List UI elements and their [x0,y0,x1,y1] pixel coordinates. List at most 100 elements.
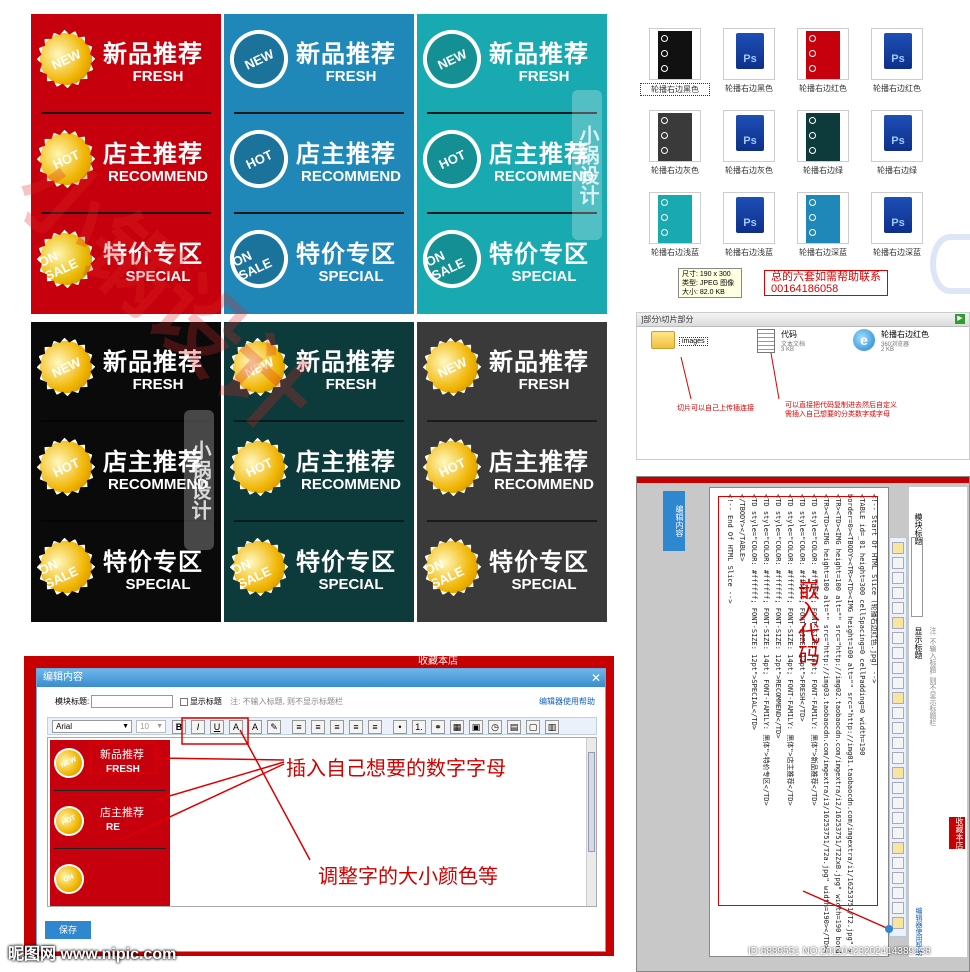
file-item[interactable]: 轮播右边红色 [788,28,858,108]
file-item[interactable]: 轮播右边灰色 [640,110,710,190]
thumbnail-badge [661,65,668,72]
banner-title-cn: 特价专区 [296,548,396,576]
preview-title-cn[interactable]: 新品推荐 [100,746,144,762]
toolbar-button[interactable]: B [172,720,186,734]
toolbar-button[interactable]: 1. [412,720,426,734]
banner-title-en: SPECIAL [125,576,191,593]
editor-scrollbar[interactable] [586,738,596,906]
banner-title-cn: 新品推荐 [489,348,589,376]
block-title-input[interactable] [91,695,174,709]
toolbar-button[interactable]: ▢ [526,720,540,734]
banner-title-en: SPECIAL [511,268,577,285]
image-thumbnail [649,28,701,80]
image-thumbnail [797,192,849,244]
banner-row[interactable]: HOT 店主推荐 RECOMMEND [417,422,607,512]
new-badge-icon: NEW [417,20,491,98]
file-item[interactable]: Ps 轮播右边灰色 [714,110,784,190]
file-explorer-window: ]部分\切片部分 ▶ images 代码 文本文档 3 KB e 轮播右边红色 … [636,312,970,460]
banner-row[interactable]: HOT 店主推荐 RECOMMEND [224,114,414,204]
psd-file-icon: Ps [871,28,923,80]
psd-file-icon: Ps [723,110,775,162]
banner-title-en: FRESH [132,68,184,85]
shop-favorite-link[interactable]: 收藏本店 [418,656,458,668]
image-thumbnail [797,110,849,162]
toolbar-button[interactable]: ≡ [349,720,363,734]
hot-badge-icon: HOT [417,428,491,505]
photoshop-icon: Ps [736,197,764,233]
block-title-row: 模块标题: 显示标题 注: 不输入标题, 则不显示标题栏 编辑器使用帮助 [55,695,595,711]
toolbar-button[interactable]: ▦ [450,720,464,734]
toolbar-button[interactable]: ▤ [507,720,521,734]
banner-row[interactable]: ON SALE 特价专区 SPECIAL [417,522,607,612]
scroll-thumb[interactable] [588,752,595,852]
file-name: 轮播右边深蓝 [799,248,847,257]
toolbar-button[interactable]: U [210,720,224,734]
file-item[interactable]: Ps 轮播右边绿 [862,110,932,190]
thumbnail-preview [806,195,840,243]
toolbar-button[interactable]: ≡ [368,720,382,734]
banner-title-en: RECOMMEND [301,476,401,493]
editor-help-link[interactable]: 编辑器使用帮助 [539,695,595,709]
image-thumbnail [797,28,849,80]
editor-background: 收藏本店 编辑内容 ✕ 模块标题: 显示标题 注: 不输入标题, 则不显示标题栏… [24,656,614,956]
banner-row[interactable]: NEW 新品推荐 FRESH [224,14,414,104]
banner-title-cn: 特价专区 [296,240,396,268]
toolbar-button[interactable]: • [393,720,407,734]
image-thumbnail [649,192,701,244]
banner-title-en: RECOMMEND [494,476,594,493]
toolbar-button[interactable]: ≡ [311,720,325,734]
file-item[interactable]: Ps 轮播右边黑色 [714,28,784,108]
preview-title-en[interactable]: FRESH [106,764,140,775]
file-name: 轮播右边浅蓝 [725,248,773,257]
show-title-checkbox[interactable] [179,697,188,706]
banner-title-en: RECOMMEND [301,168,401,185]
banner-row[interactable]: ON SALE 特价专区 SPECIAL [224,522,414,612]
banner-title-cn: 新品推荐 [103,40,203,68]
file-item[interactable]: 轮播右边黑色 [640,28,710,108]
editor-banner-preview: NEW 新品推荐 FRESH HOT 店主推荐 RE ON [49,740,170,906]
font-select[interactable]: Arial ▼ [52,720,132,733]
code-editor-window: 编辑内容 <!-- Start Of HTML Slice (轮播右边红色.jp… [636,476,970,972]
on-sale-badge-icon: ON SALE [417,220,491,298]
banner-row[interactable]: NEW 新品推荐 FRESH [417,322,607,412]
size-select[interactable]: 10 ▼ [136,720,166,733]
file-item[interactable]: 轮播右边深蓝 [788,192,858,272]
toolbar-button[interactable]: ◷ [488,720,502,734]
preview-divider [54,790,166,791]
toolbar-button[interactable]: ⚭ [431,720,445,734]
photoshop-icon: Ps [884,33,912,69]
toolbar-button[interactable]: ✎ [267,720,281,734]
file-name: 轮播右边灰色 [725,166,773,175]
banner-title-cn: 新品推荐 [296,40,396,68]
close-icon[interactable]: ✕ [591,669,601,687]
toolbar-button[interactable]: A [248,720,262,734]
toolbar-button[interactable]: ▣ [469,720,483,734]
save-button[interactable]: 保存 [45,921,91,939]
explorer-note-right: 可以直接把代码复制进去然后自定义需插入自己想要的分类数字或字母 [785,402,897,418]
file-item[interactable]: 轮播右边绿 [788,110,858,190]
banner-title-en: FRESH [325,68,377,85]
toolbar-button[interactable]: A [229,720,243,734]
photoshop-icon: Ps [736,115,764,151]
chevron-down-icon: ▼ [122,723,129,730]
toolbar-button[interactable]: I [191,720,205,734]
title-hint: 注: 不输入标题, 则不显示标题栏 [230,697,344,706]
code-arrow [802,890,893,933]
watermark-strip: 小锅设计 [184,410,214,550]
psd-file-icon: Ps [871,110,923,162]
preview-title-en[interactable]: RE [106,822,120,833]
toolbar-button[interactable]: ▥ [545,720,559,734]
banner-title-en: FRESH [518,68,570,85]
block-title-label: 模块标题: [55,697,90,706]
file-item[interactable]: Ps 轮播右边深蓝 [862,192,932,272]
toolbar-button[interactable]: ≡ [330,720,344,734]
thumbnail-badge [809,50,816,57]
file-item[interactable]: Ps 轮播右边红色 [862,28,932,108]
file-item[interactable]: Ps 轮播右边浅蓝 [714,192,784,272]
file-name: 轮播右边黑色 [725,84,773,93]
file-item[interactable]: 轮播右边浅蓝 [640,192,710,272]
thumbnail-badge [661,199,668,206]
banner-row[interactable]: NEW 新品推荐 FRESH [31,14,221,104]
preview-title-cn[interactable]: 店主推荐 [100,804,144,820]
toolbar-button[interactable]: ≡ [292,720,306,734]
